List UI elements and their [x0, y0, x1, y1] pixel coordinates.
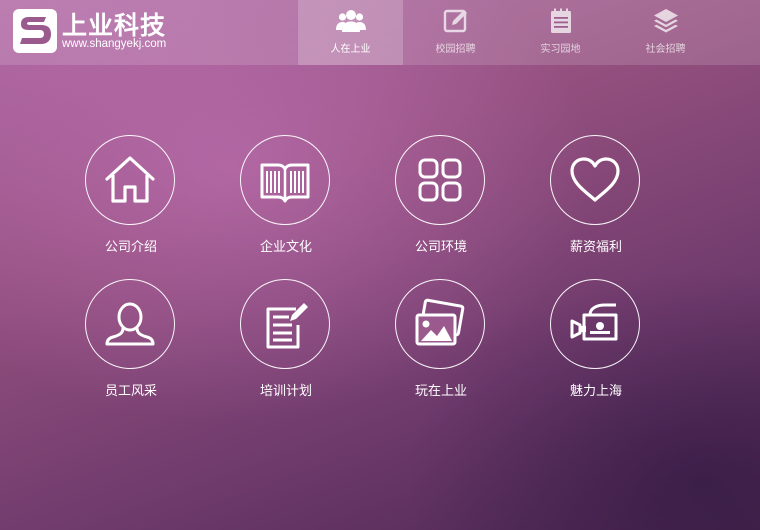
tile-label: 公司环境: [414, 240, 467, 255]
tile-label: 员工风采: [104, 384, 157, 399]
photos-icon: [415, 298, 465, 346]
tile-company-environment[interactable]: 公司环境: [386, 135, 496, 265]
tile-label: 培训计划: [259, 384, 312, 399]
grid-icon: [418, 158, 462, 202]
tile-circle: [395, 135, 485, 225]
tile-label: 魅力上海: [569, 384, 622, 399]
tile-staff-style[interactable]: 员工风采: [76, 279, 186, 409]
video-camera-icon: [570, 303, 618, 341]
tile-circle: [550, 135, 640, 225]
tile-label: 玩在上业: [414, 384, 467, 399]
tile-circle: [395, 279, 485, 369]
tile-training-plan[interactable]: 培训计划: [231, 279, 341, 409]
tile-charm-shanghai[interactable]: 魅力上海: [541, 279, 651, 409]
document-edit-icon: [266, 303, 308, 349]
tile-company-culture[interactable]: 企业文化: [231, 135, 341, 265]
feature-tiles: 公司介绍 企业文化 公司环境 薪资福利 员工风采 培训计划 玩在上业 魅力上海: [0, 0, 760, 530]
heart-icon: [570, 157, 620, 202]
tile-salary-benefits[interactable]: 薪资福利: [541, 135, 651, 265]
book-icon: [260, 163, 310, 203]
tile-circle: [85, 279, 175, 369]
tile-label: 薪资福利: [569, 240, 622, 255]
home-icon: [105, 156, 155, 203]
tile-circle: [550, 279, 640, 369]
person-icon: [105, 302, 155, 346]
tile-circle: [240, 135, 330, 225]
tile-circle: [240, 279, 330, 369]
tile-label: 企业文化: [259, 240, 312, 255]
tile-play-at-shangye[interactable]: 玩在上业: [386, 279, 496, 409]
tile-circle: [85, 135, 175, 225]
tile-company-intro[interactable]: 公司介绍: [76, 135, 186, 265]
tile-label: 公司介绍: [104, 240, 157, 255]
